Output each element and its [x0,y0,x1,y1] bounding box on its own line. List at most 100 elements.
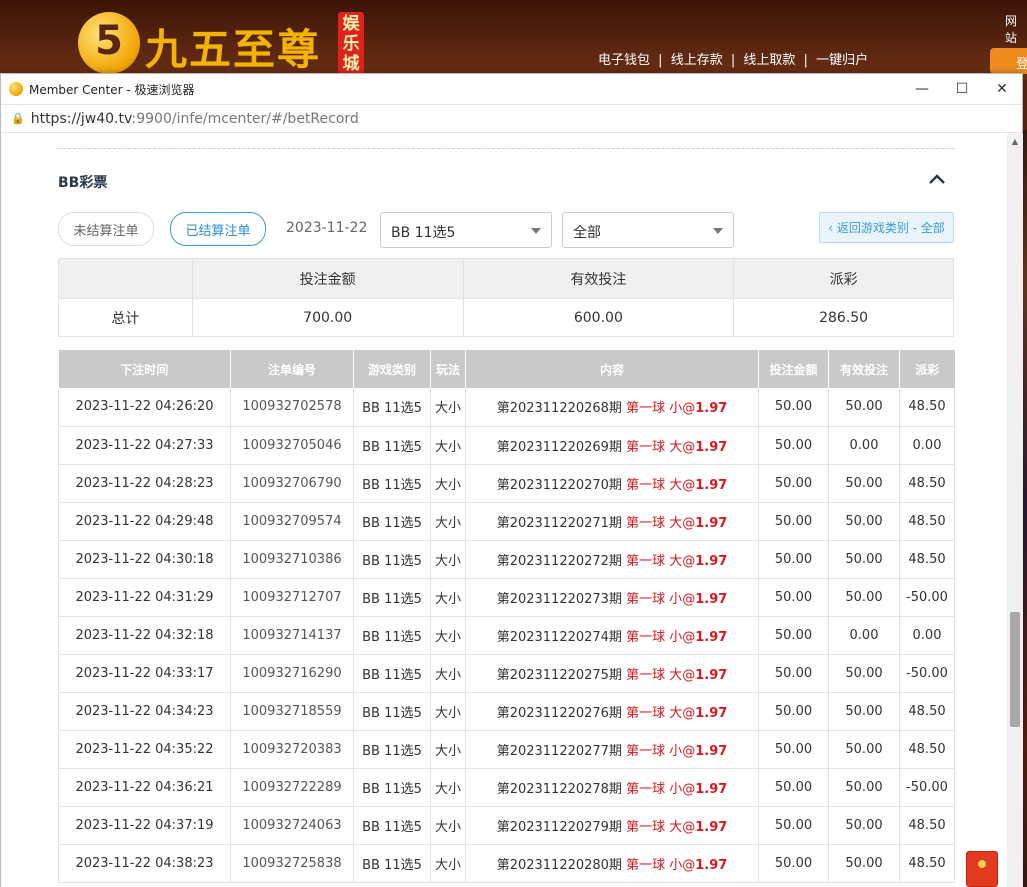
lock-icon: 🔒 [11,112,25,125]
content-cell: 第202311220275期 第一球 大@1.97 [465,654,759,693]
link-one-click-transfer[interactable]: 一键归户 [816,53,868,68]
content-period: 第202311220273期 [496,591,622,607]
table-row: 2023-11-22 04:27:33 100932705046 BB 11选5 大小… [58,426,955,465]
content-period: 第202311220279期 [496,819,622,835]
link-online-withdraw[interactable]: 线上取款 [743,53,795,68]
table-row: 2023-11-22 04:36:21 100932722289 BB 11选5 大小… [58,768,955,807]
settled-bets-button[interactable]: 已结算注单 [170,212,266,246]
payout-cell: 48.50 [899,388,955,427]
col-header-valid-bet: 有效投注 [828,350,900,388]
valid-bet-cell: 50.00 [828,578,900,617]
summary-header-blank [58,258,193,299]
payout-cell: 48.50 [899,540,955,579]
payout-cell: 0.00 [899,426,955,465]
type-select-value: 全部 [573,225,601,241]
payout-cell: -50.00 [899,578,955,617]
bet-time-cell: 2023-11-22 04:38:23 [58,844,231,883]
bet-number-cell[interactable]: 100932722289 [230,768,354,807]
bet-number-cell[interactable]: 100932724063 [230,806,354,845]
content-odds: 1.97 [695,439,728,455]
game-type-cell: BB 11选5 [353,654,431,693]
game-type-cell: BB 11选5 [353,578,431,617]
bet-number-cell[interactable]: 100932706790 [230,464,354,503]
table-row: 2023-11-22 04:35:22 100932720383 BB 11选5 大小… [58,730,955,769]
bet-time-cell: 2023-11-22 04:37:19 [58,806,231,845]
red-envelope-icon[interactable] [966,851,998,887]
link-e-wallet[interactable]: 电子钱包 [598,53,650,68]
table-row: 2023-11-22 04:37:19 100932724063 BB 11选5 大小… [58,806,955,845]
back-to-game-category-button[interactable]: ‹ 返回游戏类别 - 全部 [819,212,954,243]
payout-cell: 48.50 [899,730,955,769]
col-header-payout: 派彩 [899,350,955,388]
content-pick: 第一球 大@ [626,667,696,683]
bet-number-cell[interactable]: 100932720383 [230,730,354,769]
bet-number-cell[interactable]: 100932710386 [230,540,354,579]
link-online-deposit[interactable]: 线上存款 [671,53,723,68]
game-type-cell: BB 11选5 [353,616,431,655]
date-picker[interactable]: 2023-11-22 [286,220,367,236]
content-odds: 1.97 [695,667,728,683]
site-login-button[interactable]: 登 [990,48,1027,74]
content-odds: 1.97 [695,401,728,417]
valid-bet-cell: 50.00 [828,730,900,769]
valid-bet-cell: 50.00 [828,844,900,883]
unsettled-bets-button[interactable]: 未结算注单 [58,212,154,246]
bet-amount-cell: 50.00 [758,540,829,579]
play-cell: 大小 [430,730,466,769]
content-odds: 1.97 [695,705,728,721]
payout-cell: -50.00 [899,654,955,693]
bet-number-cell[interactable]: 100932714137 [230,616,354,655]
browser-titlebar[interactable]: Member Center - 极速浏览器 — ☐ ✕ [1,74,1022,105]
bet-number-cell[interactable]: 100932712707 [230,578,354,617]
url-text[interactable]: https://jw40.tv:9900/infe/mcenter/#/betR… [31,111,359,127]
game-select-value: BB 11选5 [391,225,456,241]
chevron-up-icon[interactable] [926,170,948,188]
bet-time-cell: 2023-11-22 04:26:20 [58,388,231,427]
bet-number-cell[interactable]: 100932705046 [230,426,354,465]
close-button[interactable]: ✕ [982,74,1022,105]
game-select[interactable]: BB 11选5 [380,212,552,248]
play-cell: 大小 [430,578,466,617]
table-row: 2023-11-22 04:33:17 100932716290 BB 11选5 大小… [58,654,955,693]
valid-bet-cell: 50.00 [828,388,900,427]
content-pick: 第一球 小@ [626,857,696,873]
summary-header-valid-bet: 有效投注 [462,258,735,299]
payout-cell: 48.50 [899,692,955,731]
bet-time-cell: 2023-11-22 04:28:23 [58,464,231,503]
scroll-up-arrow-icon[interactable]: ▲ [1007,134,1023,150]
summary-total-label: 总计 [58,298,193,337]
payout-cell: 48.50 [899,806,955,845]
content-period: 第202311220277期 [496,743,622,759]
site-logo-icon[interactable]: 5 [78,12,140,74]
maximize-button[interactable]: ☐ [942,74,982,105]
summary-header-payout: 派彩 [733,258,954,299]
address-bar[interactable]: 🔒 https://jw40.tv:9900/infe/mcenter/#/be… [1,105,1022,133]
browser-app-icon [9,82,23,96]
table-row: 2023-11-22 04:29:48 100932709574 BB 11选5 大小… [58,502,955,541]
bet-number-cell[interactable]: 100932716290 [230,654,354,693]
bet-number-cell[interactable]: 100932709574 [230,502,354,541]
content-period: 第202311220268期 [496,401,622,417]
vertical-scrollbar[interactable]: ▲ [1007,134,1023,887]
minimize-button[interactable]: — [902,74,942,105]
bet-number-cell[interactable]: 100932718559 [230,692,354,731]
play-cell: 大小 [430,768,466,807]
content-period: 第202311220270期 [496,477,622,493]
play-cell: 大小 [430,616,466,655]
game-type-cell: BB 11选5 [353,768,431,807]
bet-number-cell[interactable]: 100932702578 [230,388,354,427]
url-host: https://jw40.tv [30,110,132,127]
type-select[interactable]: 全部 [562,212,734,248]
logo-digit: 5 [95,18,123,64]
bet-amount-cell: 50.00 [758,844,829,883]
bet-time-cell: 2023-11-22 04:35:22 [58,730,231,769]
game-type-cell: BB 11选5 [353,426,431,465]
content-cell: 第202311220280期 第一球 小@1.97 [465,844,759,883]
bet-number-cell[interactable]: 100932725838 [230,844,354,883]
game-type-cell: BB 11选5 [353,388,431,427]
play-cell: 大小 [430,806,466,845]
scrollbar-thumb[interactable] [1010,612,1020,727]
content-cell: 第202311220276期 第一球 大@1.97 [465,692,759,731]
content-cell: 第202311220269期 第一球 大@1.97 [465,426,759,465]
payout-cell: 0.00 [899,616,955,655]
